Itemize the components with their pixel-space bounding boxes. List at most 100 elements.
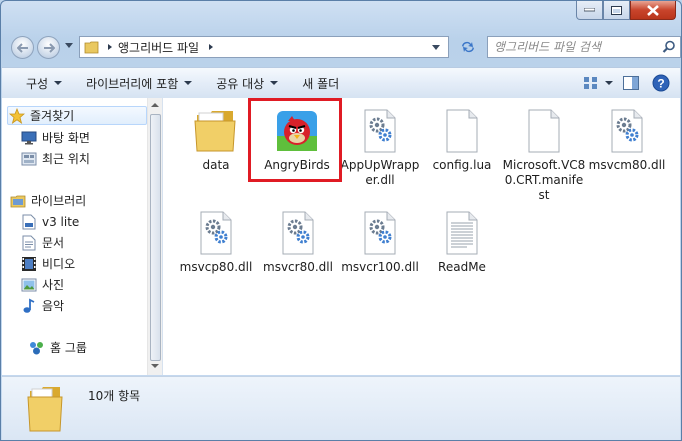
folder-icon: [190, 106, 242, 156]
navigation-row: 앵그리버드 파일: [9, 35, 681, 61]
address-bar[interactable]: 앵그리버드 파일: [79, 36, 449, 58]
organize-label: 구성: [26, 76, 49, 91]
search-box[interactable]: [487, 36, 681, 58]
file-item-manifest[interactable]: Microsoft.VC80.CRT.manifest: [502, 106, 586, 203]
music-note-icon: [20, 298, 37, 314]
folder-icon: [26, 383, 66, 436]
scrollbar-thumb[interactable]: [150, 114, 161, 361]
chevron-down-icon: [605, 81, 613, 85]
view-grid-icon: [584, 77, 597, 89]
file-item-config-lua[interactable]: config.lua: [420, 106, 504, 173]
address-path[interactable]: 앵그리버드 파일: [118, 39, 199, 56]
change-view-button[interactable]: [578, 71, 604, 95]
caption-buttons: [576, 1, 676, 20]
folder-icon: [84, 41, 99, 54]
file-name: msvcr100.dll: [341, 260, 419, 274]
blank-file-icon: [518, 106, 570, 156]
sidebar-item-videos[interactable]: 비디오: [20, 254, 164, 273]
dll-gear-icon: [601, 106, 653, 156]
sidebar-item-libraries[interactable]: 라이브러리: [9, 191, 153, 210]
homegroup-icon: [28, 340, 45, 356]
file-item-msvcm80[interactable]: msvcm80.dll: [585, 106, 669, 173]
file-item-msvcr80[interactable]: msvcr80.dll: [256, 208, 340, 275]
explorer-window: 앵그리버드 파일 구성 라이브러리에 포함 공유 대상 새 폴더: [0, 0, 682, 441]
scroll-down-arrow-icon[interactable]: [151, 364, 159, 368]
dll-gear-icon: [272, 208, 324, 258]
maximize-button[interactable]: [603, 1, 630, 20]
sidebar-item-documents[interactable]: 문서: [20, 233, 164, 252]
minimize-button[interactable]: [576, 1, 603, 20]
details-pane: 10개 항목: [2, 376, 680, 440]
maximize-icon: [611, 5, 622, 15]
forward-arrow-icon: [43, 42, 55, 53]
file-item-data[interactable]: data: [174, 106, 258, 173]
pictures-icon: [20, 277, 37, 293]
recent-places-icon: [20, 151, 37, 167]
sidebar-item-label: 사진: [42, 278, 65, 292]
text-file-icon: [436, 208, 488, 258]
search-icon[interactable]: [662, 40, 676, 54]
sidebar-item-music[interactable]: 음악: [20, 296, 164, 315]
back-button[interactable]: [11, 36, 34, 59]
file-name: Microsoft.VC80.CRT.manifest: [502, 158, 586, 202]
view-controls: ?: [574, 68, 674, 98]
file-name: msvcr80.dll: [263, 260, 333, 274]
file-item-msvcp80[interactable]: msvcp80.dll: [174, 208, 258, 275]
sidebar-item-label: 라이브러리: [31, 194, 87, 208]
sidebar-item-label: 바탕 화면: [42, 131, 90, 145]
file-item-msvcr100[interactable]: msvcr100.dll: [338, 208, 422, 275]
item-count: 10개 항목: [88, 389, 141, 403]
highlight-box: [248, 98, 342, 182]
v3lite-library-icon: [20, 214, 37, 230]
close-button[interactable]: [630, 1, 676, 20]
sidebar-item-v3lite[interactable]: v3 lite: [20, 212, 164, 231]
sidebar-item-label: 음악: [42, 299, 65, 313]
file-list: data AngryBirds AppUpWrapper.dll config.…: [164, 98, 680, 375]
file-name: msvcp80.dll: [179, 260, 253, 274]
file-name: config.lua: [432, 158, 492, 172]
sidebar-item-recent-places[interactable]: 최근 위치: [20, 149, 164, 168]
navigation-pane: 즐겨찾기 바탕 화면 최근 위치 라이브러리 v3 lite 문서 비디오 사진…: [2, 98, 163, 375]
back-arrow-icon: [16, 42, 28, 53]
close-icon: [647, 4, 659, 16]
library-icon: [9, 193, 26, 209]
address-history-dropdown[interactable]: [432, 45, 440, 50]
sidebar-item-favorites[interactable]: 즐겨찾기: [7, 106, 147, 125]
breadcrumb-chevron-icon[interactable]: [106, 43, 114, 51]
search-input[interactable]: [494, 38, 654, 56]
sidebar-item-pictures[interactable]: 사진: [20, 275, 164, 294]
recent-pages-dropdown[interactable]: [65, 43, 73, 48]
sidebar-item-desktop[interactable]: 바탕 화면: [20, 128, 164, 147]
sidebar-item-label: 즐겨찾기: [30, 109, 75, 123]
file-name: data: [202, 158, 230, 172]
organize-menu[interactable]: 구성: [14, 68, 74, 98]
include-in-library-menu[interactable]: 라이브러리에 포함: [74, 68, 204, 98]
refresh-button[interactable]: [453, 36, 483, 58]
content-area: 즐겨찾기 바탕 화면 최근 위치 라이브러리 v3 lite 문서 비디오 사진…: [2, 98, 680, 375]
minimize-icon: [584, 8, 595, 12]
svg-text:?: ?: [657, 77, 664, 91]
preview-pane-icon: [623, 76, 639, 90]
file-item-appupwrapper[interactable]: AppUpWrapper.dll: [338, 106, 422, 188]
desktop-icon: [20, 130, 37, 146]
new-folder-button[interactable]: 새 폴더: [290, 68, 351, 98]
sidebar-item-label: 홈 그룹: [50, 341, 87, 355]
include-in-library-label: 라이브러리에 포함: [86, 76, 179, 91]
scroll-up-arrow-icon[interactable]: [151, 103, 159, 107]
breadcrumb-chevron-icon[interactable]: [207, 43, 215, 51]
command-bar: 구성 라이브러리에 포함 공유 대상 새 폴더 ?: [2, 67, 680, 99]
forward-button[interactable]: [37, 36, 60, 59]
navigation-scrollbar[interactable]: [147, 98, 162, 375]
view-options-dropdown[interactable]: [604, 71, 614, 95]
sidebar-item-label: 최근 위치: [42, 152, 90, 166]
share-with-menu[interactable]: 공유 대상: [204, 68, 290, 98]
file-item-readme[interactable]: ReadMe: [420, 208, 504, 275]
share-with-label: 공유 대상: [216, 76, 265, 91]
new-folder-label: 새 폴더: [302, 76, 340, 91]
preview-pane-button[interactable]: [618, 71, 644, 95]
sidebar-item-label: 문서: [42, 236, 65, 250]
sidebar-item-label: v3 lite: [42, 214, 80, 229]
file-name: ReadMe: [438, 260, 486, 274]
file-name: AppUpWrapper.dll: [340, 158, 420, 187]
help-button[interactable]: ?: [648, 71, 674, 95]
